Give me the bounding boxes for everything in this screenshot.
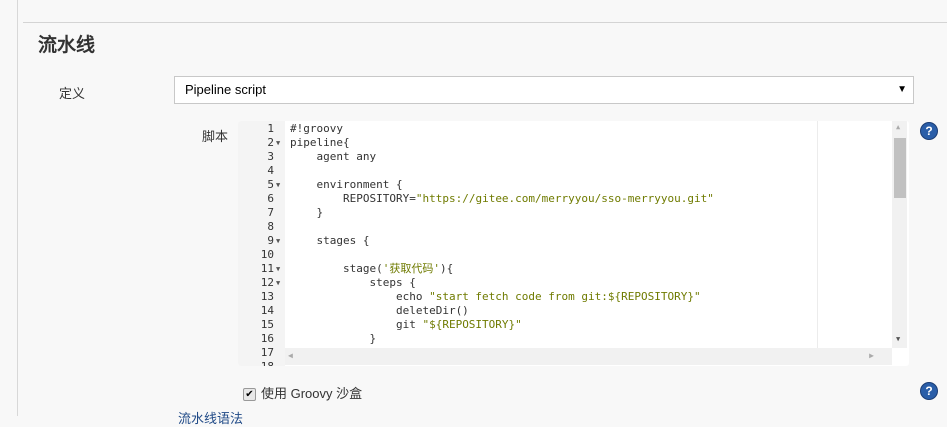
line-number: 13 [260, 290, 274, 303]
code-text: deleteDir() [290, 304, 469, 317]
line-number: 12 [260, 276, 274, 289]
line-number: 1 [267, 122, 274, 135]
code-text: echo "start fetch code from git:${REPOSI… [290, 290, 701, 303]
line-number: 16 [260, 332, 274, 345]
line-number: 8 [267, 220, 274, 233]
section-divider [23, 22, 947, 23]
line-number: 2 [267, 136, 274, 149]
line-number: 9 [267, 234, 274, 247]
code-text: } [290, 332, 377, 345]
code-text: git "${REPOSITORY}" [290, 318, 522, 331]
code-line: 2 ▼ pipeline{ [238, 136, 898, 150]
line-number: 11 [260, 262, 274, 275]
code-line: 15 git "${REPOSITORY}" [238, 318, 898, 332]
code-line: 10 [238, 248, 898, 262]
script-label: 脚本 [202, 129, 229, 144]
fold-caret-icon[interactable]: ▼ [276, 276, 280, 290]
scroll-left-icon[interactable]: ◀ [288, 351, 293, 360]
code-text: #!groovy [290, 122, 343, 135]
scrollbar-thumb[interactable] [894, 138, 906, 198]
help-icon[interactable]: ? [920, 122, 938, 140]
code-text: REPOSITORY="https://gitee.com/merryyou/s… [290, 192, 714, 205]
code-text: pipeline{ [290, 136, 350, 149]
script-editor[interactable]: 1 #!groovy 2 ▼ pipeline{3 agent any 4 5 ▼ envir… [238, 121, 909, 366]
code-text: stage('获取代码'){ [290, 262, 454, 275]
line-number: 5 [267, 178, 274, 191]
code-line: 5 ▼ environment { [238, 178, 898, 192]
line-number: 15 [260, 318, 274, 331]
code-line: 13 echo "start fetch code from git:${REP… [238, 290, 898, 304]
line-number: 14 [260, 304, 274, 317]
code-line: 9 ▼ stages { [238, 234, 898, 248]
code-line: 3 agent any [238, 150, 898, 164]
scroll-right-icon[interactable]: ▶ [869, 351, 874, 360]
line-number: 17 [260, 346, 274, 359]
pipeline-syntax-link[interactable]: 流水线语法 [178, 408, 243, 427]
code-line: 11 ▼ stage('获取代码'){ [238, 262, 898, 276]
fold-caret-icon[interactable]: ▼ [276, 178, 280, 192]
section-title: 流水线 [38, 35, 96, 56]
line-number: 6 [267, 192, 274, 205]
code-line: 6 REPOSITORY="https://gitee.com/merryyou… [238, 192, 898, 206]
line-number: 7 [267, 206, 274, 219]
line-number: 10 [260, 248, 274, 261]
code-text: steps { [290, 276, 416, 289]
definition-select[interactable]: Pipeline script ▼ [174, 76, 914, 104]
code-line: 8 [238, 220, 898, 234]
left-border [17, 0, 18, 416]
definition-label: 定义 [59, 86, 86, 101]
fold-caret-icon[interactable]: ▼ [276, 262, 280, 276]
sandbox-checkbox[interactable]: ✔ [243, 388, 256, 401]
code-line: 12 ▼ steps { [238, 276, 898, 290]
code-text: } [290, 206, 324, 219]
sandbox-label: 使用 Groovy 沙盒 [261, 386, 363, 401]
code-line: 14 deleteDir() [238, 304, 898, 318]
code-line: 4 [238, 164, 898, 178]
scroll-up-icon[interactable]: ▲ [896, 123, 900, 131]
fold-caret-icon[interactable]: ▼ [276, 234, 280, 248]
definition-value: Pipeline script [185, 82, 266, 97]
line-number: 4 [267, 164, 274, 177]
code-text: agent any [290, 150, 377, 163]
code-text: stages { [290, 234, 370, 247]
code-line: 7 } [238, 206, 898, 220]
line-number: 18 [238, 360, 274, 366]
sandbox-help-icon[interactable]: ? [920, 382, 938, 400]
scroll-down-icon[interactable]: ▼ [896, 335, 900, 343]
chevron-down-icon: ▼ [897, 84, 907, 95]
horizontal-scrollbar[interactable]: ◀ ▶ [285, 348, 892, 365]
line-number: 3 [267, 150, 274, 163]
code-line: 1 #!groovy [238, 122, 898, 136]
code-line: 16 } [238, 332, 898, 346]
fold-caret-icon[interactable]: ▼ [276, 136, 280, 150]
code-text: environment { [290, 178, 403, 191]
vertical-scrollbar[interactable]: ▲ ▼ [892, 121, 907, 348]
